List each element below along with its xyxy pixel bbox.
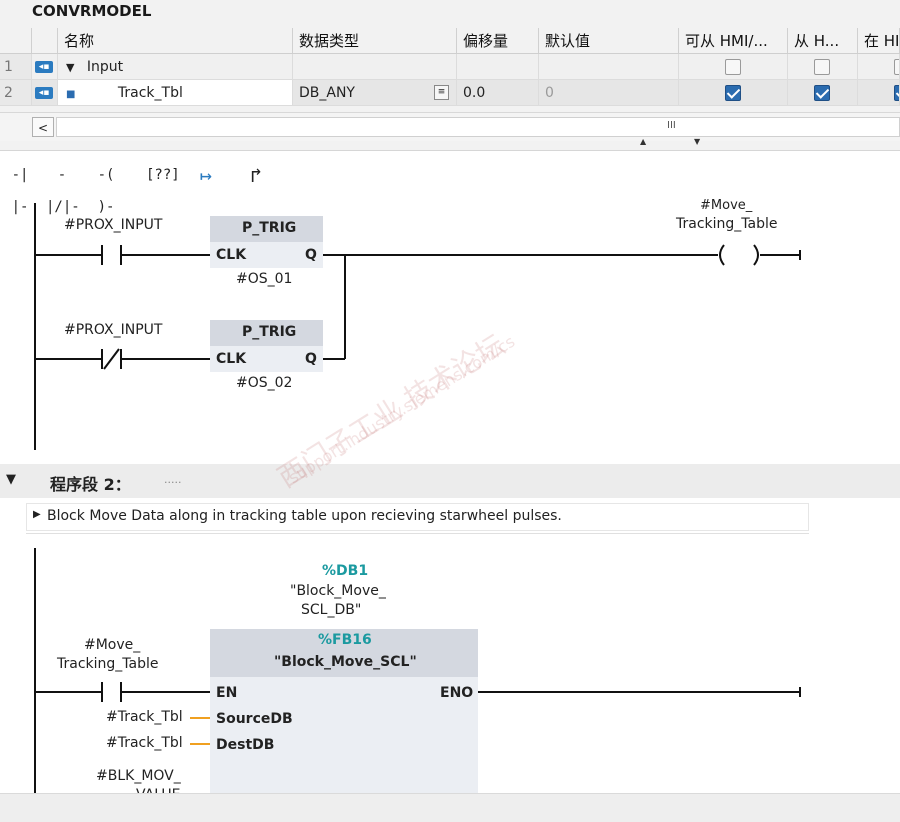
ptrig1-instance[interactable]: #OS_01 — [236, 271, 292, 287]
fb-eno-pin: ENO — [440, 685, 474, 701]
coil-label-line2[interactable]: Tracking_Table — [676, 216, 778, 232]
rung1-contact-label[interactable]: #PROX_INPUT — [64, 217, 162, 233]
segment2-header[interactable]: ▼ 程序段 2： ..... — [0, 464, 900, 498]
segment2-comment-box[interactable]: ▶ Block Move Data along in tracking tabl… — [26, 503, 809, 531]
fb-sourcedb-pin: SourceDB — [216, 711, 293, 727]
segment2-title-placeholder[interactable]: ..... — [164, 473, 181, 486]
fb-name: "Block_Move_SCL" — [274, 654, 417, 670]
instance-db-address: %DB1 — [322, 563, 369, 579]
instance-db-name-line2[interactable]: SCL_DB" — [301, 602, 361, 618]
comment-divider — [26, 533, 809, 534]
seg2-contact-label-line2[interactable]: Tracking_Table — [57, 656, 159, 672]
rung2-contact-label[interactable]: #PROX_INPUT — [64, 322, 162, 338]
fb-address: %FB16 — [318, 632, 372, 648]
coil-label-line1[interactable]: #Move_ — [700, 198, 752, 213]
ptrig2-clk-pin: CLK — [216, 351, 247, 367]
ptrig2-instance[interactable]: #OS_02 — [236, 375, 292, 391]
destdb-operand[interactable]: #Track_Tbl — [106, 735, 183, 751]
sourcedb-operand[interactable]: #Track_Tbl — [106, 709, 183, 725]
ptrig1-clk-pin: CLK — [216, 247, 247, 263]
fb-destdb-pin: DestDB — [216, 737, 275, 753]
ptrig2-q-pin: Q — [305, 351, 317, 367]
blk-mov-operand[interactable]: #BLK_MOV_ — [96, 768, 181, 784]
fb16-body[interactable] — [210, 677, 478, 793]
editor-bottom-bar — [0, 793, 900, 822]
segment2-comment: Block Move Data along in tracking table … — [47, 508, 562, 524]
ptrig1-title: P_TRIG — [242, 220, 297, 236]
fb-en-pin: EN — [216, 685, 238, 701]
ptrig2-title: P_TRIG — [242, 324, 297, 340]
ptrig1-q-pin: Q — [305, 247, 317, 263]
instance-db-name-line1[interactable]: "Block_Move_ — [290, 583, 386, 599]
comment-expand-icon[interactable]: ▶ — [33, 509, 41, 520]
segment2-title: 程序段 2： — [50, 475, 131, 494]
seg2-contact-label-line1[interactable]: #Move_ — [84, 637, 140, 653]
segment-collapse-icon[interactable]: ▼ — [6, 472, 16, 487]
